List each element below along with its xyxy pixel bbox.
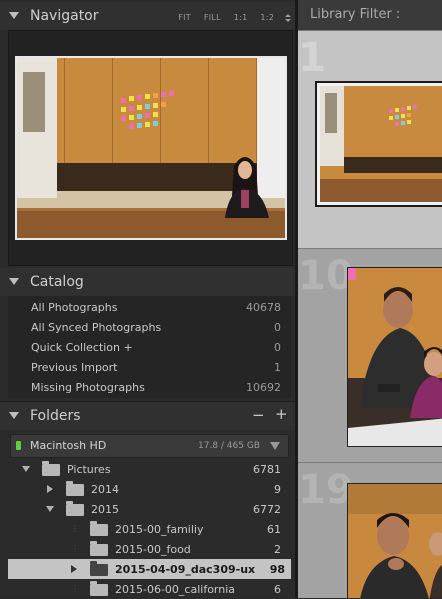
zoom-1-2-button[interactable]: 1:2 [260, 13, 274, 22]
library-grid-panel: Library Filter : 1 10 19 [298, 0, 442, 598]
folders-header[interactable]: Folders − + [0, 402, 295, 430]
volume-size: 17.8 / 465 GB [198, 441, 260, 451]
folder-icon [90, 541, 108, 556]
collapse-triangle-icon[interactable] [9, 412, 19, 419]
catalog-item-all-synced[interactable]: All Synced Photographs 0 [0, 317, 295, 337]
folder-row-pictures[interactable]: Pictures 6781 [0, 459, 295, 479]
grid-cell-selected[interactable]: 1 [298, 30, 442, 249]
leaf-marker-icon: ⋮ [71, 524, 79, 533]
zoom-controls: FIT FILL 1:1 1:2 [168, 13, 291, 22]
cell-index: 19 [298, 467, 354, 513]
folder-name: 2014 [91, 483, 119, 496]
remove-folder-button[interactable]: − [252, 406, 265, 424]
catalog-item-previous-import[interactable]: Previous Import 1 [0, 357, 295, 377]
folder-icon [90, 561, 108, 576]
library-filter-label: Library Filter : [310, 7, 401, 22]
zoom-fill-button[interactable]: FILL [204, 13, 221, 22]
folder-icon [42, 461, 60, 476]
catalog-item-count: 10692 [246, 381, 281, 394]
folder-row-2015[interactable]: 2015 6772 [0, 499, 295, 519]
catalog-item-label: Missing Photographs [31, 381, 145, 394]
folder-icon [66, 501, 84, 516]
catalog-item-count: 40678 [246, 301, 281, 314]
folder-row-2015-00-food[interactable]: ⋮ 2015-00_food 2 [0, 539, 295, 559]
add-folder-button[interactable]: + [275, 405, 288, 423]
grid-cell[interactable]: 10 [298, 248, 442, 463]
cell-index: 1 [298, 35, 326, 81]
expand-triangle-icon[interactable] [46, 506, 54, 512]
folder-icon [90, 581, 108, 596]
catalog-item-count: 0 [274, 341, 281, 354]
catalog-item-label: Previous Import [31, 361, 118, 374]
collapse-triangle-icon[interactable] [9, 12, 19, 19]
navigator-header[interactable]: Navigator FIT FILL 1:1 1:2 [0, 2, 295, 30]
catalog-item-label: All Synced Photographs [31, 321, 162, 334]
catalog-item-all-photographs[interactable]: All Photographs 40678 [0, 297, 295, 317]
catalog-header[interactable]: Catalog [0, 268, 295, 296]
catalog-item-quick-collection[interactable]: Quick Collection + 0 [0, 337, 295, 357]
grid-thumbnail[interactable] [315, 81, 442, 207]
folder-count: 6781 [253, 463, 281, 476]
expand-triangle-icon[interactable] [47, 485, 53, 493]
folder-name: 2015-04-09_dac309-ux [115, 563, 256, 576]
folder-name: 2015-00_food [115, 543, 191, 556]
folder-count: 61 [267, 523, 281, 536]
collapse-triangle-icon[interactable] [9, 278, 19, 285]
catalog-title: Catalog [30, 274, 84, 290]
expand-triangle-icon[interactable] [71, 565, 77, 573]
folder-row-2015-04-09-dac309-ux[interactable]: 2015-04-09_dac309-ux 98 [8, 559, 291, 579]
volume-collapse-icon[interactable] [270, 442, 280, 450]
catalog-item-label: Quick Collection + [31, 341, 133, 354]
catalog-item-label: All Photographs [31, 301, 118, 314]
library-filter-bar[interactable]: Library Filter : [298, 0, 442, 30]
zoom-1-1-button[interactable]: 1:1 [234, 13, 248, 22]
catalog-item-count: 0 [274, 321, 281, 334]
catalog-item-count: 1 [274, 361, 281, 374]
volume-name: Macintosh HD [30, 439, 107, 452]
folder-count: 2 [274, 543, 281, 556]
grid-thumbnail[interactable] [347, 483, 442, 598]
zoom-fit-button[interactable]: FIT [178, 13, 191, 22]
folder-count: 9 [274, 483, 281, 496]
volume-macintosh-hd[interactable]: Macintosh HD 17.8 / 465 GB [10, 434, 289, 458]
folder-name: 2015-00_familiy [115, 523, 204, 536]
folder-row-2015-00-familiy[interactable]: ⋮ 2015-00_familiy 61 [0, 519, 295, 539]
leaf-marker-icon: ⋮ [71, 584, 79, 593]
folder-count: 6 [274, 583, 281, 596]
left-panel: Navigator FIT FILL 1:1 1:2 Catalog All P… [0, 0, 297, 598]
folder-name: 2015 [91, 503, 119, 516]
cell-index: 10 [298, 253, 354, 299]
folder-count: 6772 [253, 503, 281, 516]
zoom-stepper-icon[interactable] [285, 13, 291, 22]
folder-icon [66, 481, 84, 496]
grid-thumbnail[interactable] [347, 267, 442, 447]
volume-status-led-icon [16, 441, 21, 450]
catalog-item-missing-photographs[interactable]: Missing Photographs 10692 [0, 377, 295, 397]
navigator-preview-image[interactable] [15, 56, 287, 240]
folder-count: 98 [269, 563, 285, 576]
expand-triangle-icon[interactable] [22, 466, 30, 472]
folder-row-2014[interactable]: 2014 9 [0, 479, 295, 499]
folder-row-2015-06-00-california[interactable]: ⋮ 2015-06-00_california 6 [0, 579, 295, 599]
folders-title: Folders [30, 408, 81, 424]
navigator-title: Navigator [30, 8, 99, 24]
leaf-marker-icon: ⋮ [71, 544, 79, 553]
folder-name: 2015-06-00_california [115, 583, 236, 596]
grid-cell[interactable]: 19 [298, 462, 442, 598]
folder-icon [90, 521, 108, 536]
folder-name: Pictures [67, 463, 111, 476]
